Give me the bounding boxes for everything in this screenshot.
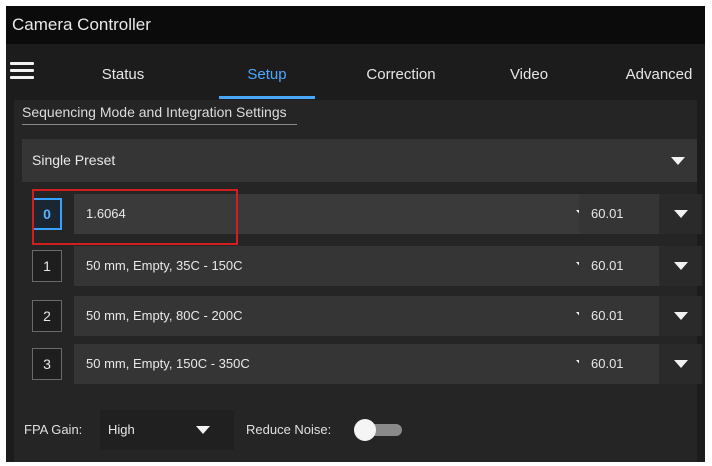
preset-dropdown-1[interactable]: 50 mm, Empty, 35C - 150C — [74, 246, 598, 286]
fpa-gain-dropdown[interactable]: High — [100, 410, 234, 450]
rate-value: 60.01 — [591, 308, 624, 323]
preset-dropdown-2[interactable]: 50 mm, Empty, 80C - 200C — [74, 296, 598, 336]
tab-video[interactable]: Video — [489, 52, 569, 98]
section-title: Sequencing Mode and Integration Settings — [22, 100, 297, 125]
chevron-down-icon — [674, 262, 688, 270]
active-tab-indicator — [219, 96, 315, 99]
sequencing-mode-dropdown[interactable]: Single Preset — [22, 139, 697, 182]
preset-row-2: 2 50 mm, Empty, 80C - 200C 60.01 — [32, 296, 705, 336]
rate-dropdown-0[interactable]: 60.01 — [579, 194, 702, 234]
reduce-noise-label: Reduce Noise: — [246, 422, 332, 437]
tab-correction[interactable]: Correction — [346, 52, 456, 98]
chevron-down-icon — [674, 312, 688, 320]
preset-index-button-0[interactable]: 0 — [32, 198, 62, 230]
rate-value: 60.01 — [591, 258, 624, 273]
preset-row-3: 3 50 mm, Empty, 150C - 350C 60.01 — [32, 344, 705, 384]
sequencing-mode-value: Single Preset — [32, 152, 116, 168]
tab-bar: Status Setup Correction Video Advanced — [6, 52, 705, 99]
rate-value: 60.01 — [591, 206, 624, 221]
rate-value: 60.01 — [591, 356, 624, 371]
tab-advanced[interactable]: Advanced — [614, 52, 704, 98]
hamburger-menu-icon[interactable] — [10, 58, 34, 82]
chevron-down-icon — [674, 210, 688, 218]
preset-value: 1.6064 — [86, 206, 126, 221]
chevron-down-icon — [671, 157, 685, 165]
preset-index-button-3[interactable]: 3 — [32, 348, 62, 380]
tab-setup[interactable]: Setup — [221, 52, 313, 98]
reduce-noise-toggle[interactable] — [354, 419, 404, 441]
preset-dropdown-3[interactable]: 50 mm, Empty, 150C - 350C — [74, 344, 598, 384]
fpa-gain-label: FPA Gain: — [24, 422, 83, 437]
preset-value: 50 mm, Empty, 150C - 350C — [86, 356, 250, 371]
chevron-down-icon — [674, 360, 688, 368]
window-title: Camera Controller — [6, 6, 705, 44]
preset-value: 50 mm, Empty, 80C - 200C — [86, 308, 243, 323]
rate-dropdown-1[interactable]: 60.01 — [579, 246, 702, 286]
preset-index-button-2[interactable]: 2 — [32, 300, 62, 332]
preset-index-button-1[interactable]: 1 — [32, 250, 62, 282]
rate-dropdown-2[interactable]: 60.01 — [579, 296, 702, 336]
preset-row-1: 1 50 mm, Empty, 35C - 150C 60.01 — [32, 246, 705, 286]
preset-dropdown-0[interactable]: 1.6064 — [74, 194, 598, 234]
fpa-gain-value: High — [108, 422, 135, 437]
preset-row-0: 0 1.6064 60.01 — [32, 194, 705, 234]
chevron-down-icon — [196, 426, 210, 434]
preset-value: 50 mm, Empty, 35C - 150C — [86, 258, 243, 273]
rate-dropdown-3[interactable]: 60.01 — [579, 344, 702, 384]
tab-status[interactable]: Status — [78, 52, 168, 98]
camera-controller-window: Camera Controller Status Setup Correctio… — [6, 6, 705, 462]
